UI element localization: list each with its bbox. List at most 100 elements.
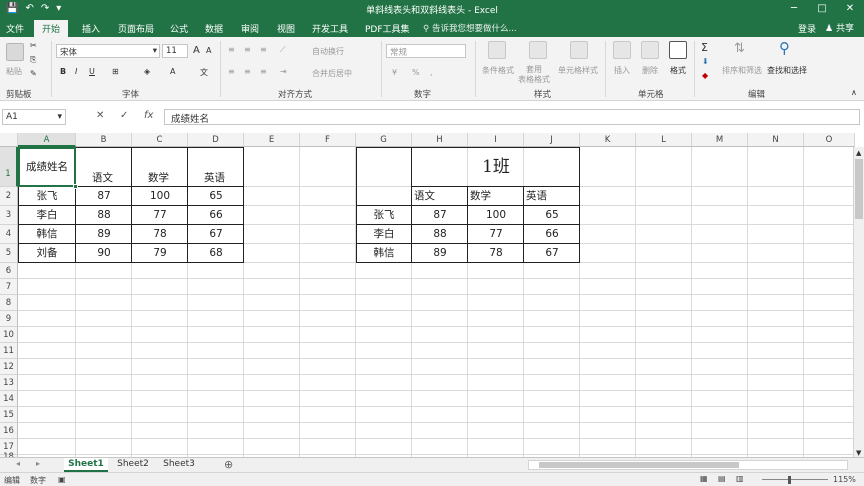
formula-input[interactable]: 成绩姓名 [164, 109, 860, 125]
column-header[interactable]: I [468, 133, 524, 147]
student-name-cell[interactable]: 张飞 [18, 187, 76, 206]
align-bottom-icon[interactable]: ≡ [260, 45, 267, 54]
scroll-thumb[interactable] [855, 159, 863, 219]
sheet-tab[interactable]: Sheet2 [112, 458, 154, 472]
format-painter-icon[interactable]: ✎ [30, 69, 37, 78]
subject-header[interactable]: 数学 [132, 169, 188, 187]
column-header[interactable]: N [748, 133, 804, 147]
fill-handle[interactable] [73, 184, 78, 189]
class-title-cell[interactable]: 1班 [412, 147, 580, 187]
insert-function-button[interactable]: fx [144, 110, 153, 121]
align-left-icon[interactable]: ≡ [228, 67, 235, 76]
align-center-icon[interactable]: ≡ [244, 67, 251, 76]
student-name-cell[interactable]: 李白 [356, 225, 412, 244]
subject-header[interactable]: 数学 [468, 187, 524, 206]
row-header[interactable]: 15 [0, 407, 18, 423]
macro-record-icon[interactable]: ▣ [58, 475, 66, 484]
page-layout-icon[interactable]: ▤ [718, 474, 726, 483]
tab-view[interactable]: 视图 [277, 22, 295, 35]
tab-review[interactable]: 审阅 [241, 22, 259, 35]
score-cell[interactable]: 87 [412, 206, 468, 225]
student-name-cell[interactable]: 李白 [18, 206, 76, 225]
column-header[interactable]: H [412, 133, 468, 147]
score-cell[interactable]: 89 [76, 225, 132, 244]
normal-view-icon[interactable]: ▦ [700, 474, 708, 483]
score-cell[interactable]: 77 [132, 206, 188, 225]
tab-developer[interactable]: 开发工具 [312, 22, 348, 35]
zoom-slider-thumb[interactable] [788, 476, 791, 484]
subject-header[interactable]: 英语 [524, 187, 580, 206]
row-header[interactable]: 13 [0, 375, 18, 391]
row-header[interactable]: 6 [0, 263, 18, 279]
paste-icon[interactable] [6, 43, 24, 61]
column-header[interactable]: O [804, 133, 855, 147]
score-cell[interactable]: 100 [468, 206, 524, 225]
select-all-corner[interactable] [0, 133, 18, 147]
column-header[interactable]: K [580, 133, 636, 147]
selected-cell-outline[interactable] [18, 147, 76, 187]
score-cell[interactable]: 88 [412, 225, 468, 244]
cut-icon[interactable]: ✂ [30, 41, 37, 50]
score-cell[interactable]: 66 [524, 225, 580, 244]
sheet-tab-active[interactable]: Sheet1 [64, 458, 108, 472]
score-cell[interactable]: 78 [132, 225, 188, 244]
column-header[interactable]: C [132, 133, 188, 147]
percent-button[interactable]: % [412, 68, 420, 77]
phonetic-icon[interactable]: 文 [200, 67, 208, 78]
close-button[interactable]: ✕ [836, 0, 864, 17]
shrink-font-button[interactable]: A [206, 46, 211, 55]
column-header[interactable]: F [300, 133, 356, 147]
confirm-entry-button[interactable]: ✓ [120, 110, 128, 121]
zoom-level[interactable]: 115% [833, 475, 856, 484]
column-header[interactable]: J [524, 133, 580, 147]
score-cell[interactable]: 89 [412, 244, 468, 263]
row-header[interactable]: 5 [0, 244, 18, 263]
page-break-icon[interactable]: ▥ [736, 474, 744, 483]
score-cell[interactable]: 100 [132, 187, 188, 206]
score-cell[interactable]: 88 [76, 206, 132, 225]
score-cell[interactable]: 65 [188, 187, 244, 206]
collapse-ribbon-icon[interactable]: ∧ [851, 88, 857, 97]
delete-cells-button[interactable]: 删除 [642, 65, 658, 76]
score-cell[interactable]: 79 [132, 244, 188, 263]
add-sheet-button[interactable]: ⊕ [224, 458, 233, 471]
tell-me-box[interactable]: ⚲ 告诉我您想要做什么... [423, 22, 517, 34]
student-name-cell[interactable]: 韩信 [356, 244, 412, 263]
student-name-cell[interactable]: 韩信 [18, 225, 76, 244]
subject-header[interactable]: 语文 [76, 169, 132, 187]
restore-button[interactable]: □ [808, 0, 836, 17]
fill-icon[interactable]: ⬇ [702, 57, 709, 66]
bold-button[interactable]: B [60, 67, 66, 76]
border-icon[interactable]: ⊞ [112, 67, 119, 76]
score-cell[interactable]: 67 [524, 244, 580, 263]
format-as-table-button[interactable]: 套用 表格格式 [518, 65, 550, 85]
align-top-icon[interactable]: ≡ [228, 45, 235, 54]
horizontal-scrollbar[interactable] [528, 460, 848, 470]
row-header[interactable]: 11 [0, 343, 18, 359]
tab-file[interactable]: 文件 [6, 22, 24, 35]
row-header[interactable]: 16 [0, 423, 18, 439]
score-cell[interactable]: 77 [468, 225, 524, 244]
row-header[interactable]: 1 [0, 147, 18, 187]
conditional-format-button[interactable]: 条件格式 [482, 65, 514, 76]
tab-insert[interactable]: 插入 [82, 22, 100, 35]
cell-styles-button[interactable]: 单元格样式 [558, 65, 598, 76]
font-size-select[interactable]: 11 [162, 44, 188, 58]
row-header[interactable]: 12 [0, 359, 18, 375]
column-header[interactable]: B [76, 133, 132, 147]
currency-icon[interactable]: ¥ [392, 68, 397, 77]
cancel-entry-button[interactable]: ✕ [96, 110, 104, 121]
grow-font-button[interactable]: A [193, 45, 200, 56]
row-header[interactable]: 4 [0, 225, 18, 244]
font-color-icon[interactable]: A [170, 67, 175, 76]
scroll-down-icon[interactable]: ▼ [856, 449, 861, 457]
row-header[interactable]: 7 [0, 279, 18, 295]
row-header[interactable]: 9 [0, 311, 18, 327]
column-header[interactable]: L [636, 133, 692, 147]
student-name-cell[interactable]: 张飞 [356, 206, 412, 225]
font-name-select[interactable]: 宋体 ▾ [56, 44, 160, 58]
row-header[interactable]: 8 [0, 295, 18, 311]
number-format-select[interactable]: 常规 [386, 44, 466, 58]
underline-button[interactable]: U [89, 67, 95, 76]
minimize-button[interactable]: ─ [780, 0, 808, 17]
